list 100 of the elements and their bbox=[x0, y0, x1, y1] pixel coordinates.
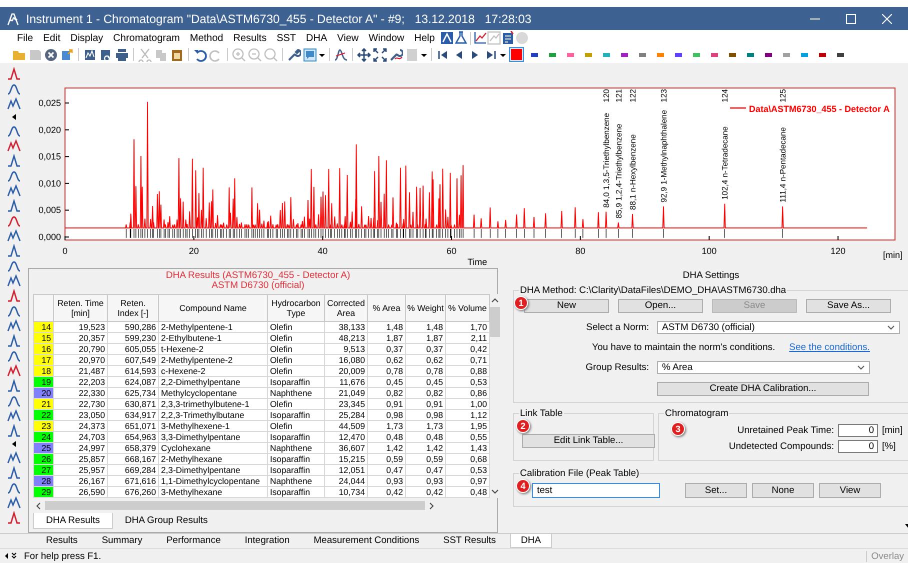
peak-icon[interactable] bbox=[7, 394, 21, 407]
menu-item[interactable]: Results bbox=[228, 32, 272, 44]
peak-icon[interactable] bbox=[7, 169, 21, 182]
button[interactable]: View bbox=[819, 483, 881, 498]
peak-icon[interactable] bbox=[7, 511, 21, 524]
scroll-thumb[interactable] bbox=[45, 501, 425, 510]
print-icon[interactable] bbox=[115, 48, 129, 62]
close-icon[interactable] bbox=[882, 14, 892, 24]
number-field[interactable]: 0 bbox=[838, 424, 878, 437]
close-icon[interactable] bbox=[44, 48, 58, 62]
peak-icon[interactable] bbox=[7, 424, 21, 437]
column-header[interactable]: Reten. Index [-] bbox=[108, 294, 158, 322]
menu-item[interactable]: View bbox=[332, 32, 364, 44]
column-header[interactable]: % Area bbox=[368, 294, 406, 322]
menu-item[interactable]: Chromatogram bbox=[108, 32, 185, 44]
peak-icon[interactable] bbox=[7, 319, 21, 332]
tab[interactable]: DHA Group Results bbox=[112, 513, 220, 529]
tab[interactable]: Measurement Conditions bbox=[304, 534, 430, 548]
peak-icon[interactable] bbox=[7, 451, 21, 464]
print-preview-icon[interactable] bbox=[99, 48, 113, 62]
wrench-icon[interactable] bbox=[389, 48, 403, 62]
tab[interactable]: Results bbox=[36, 534, 88, 548]
menu-item[interactable]: SST bbox=[272, 32, 302, 44]
tab[interactable]: DHA Results bbox=[33, 513, 113, 529]
collapse-arrow-icon[interactable] bbox=[4, 552, 18, 560]
menu-item[interactable]: Window bbox=[364, 32, 410, 44]
peak-icon[interactable] bbox=[7, 349, 21, 362]
peak-icon[interactable] bbox=[7, 184, 21, 197]
calibration-file-field[interactable]: test bbox=[532, 483, 660, 498]
peak-icon[interactable] bbox=[7, 124, 21, 137]
scroll-left-icon[interactable] bbox=[35, 502, 41, 510]
peak-icon[interactable] bbox=[7, 199, 21, 212]
menu-item[interactable]: Help bbox=[409, 32, 440, 44]
peak-icon[interactable] bbox=[7, 409, 21, 422]
scroll-thumb[interactable] bbox=[490, 307, 500, 337]
tab[interactable]: Performance bbox=[156, 534, 231, 548]
export-icon[interactable] bbox=[60, 48, 74, 62]
peak-icon[interactable] bbox=[7, 259, 21, 272]
undo-icon[interactable] bbox=[193, 48, 207, 62]
expand-icon[interactable] bbox=[373, 48, 387, 62]
peak-icon[interactable] bbox=[7, 229, 21, 242]
collapse-arrow-icon[interactable] bbox=[11, 114, 17, 120]
peak-icon[interactable] bbox=[334, 48, 348, 62]
edit-link-table-button[interactable]: Edit Link Table... bbox=[522, 434, 655, 448]
column-header[interactable]: Hydrocarbon Type bbox=[268, 294, 324, 322]
button[interactable]: None bbox=[752, 483, 814, 498]
peak-icon[interactable] bbox=[7, 466, 21, 479]
tab[interactable]: SST Results bbox=[433, 534, 506, 548]
tab[interactable]: Summary bbox=[92, 534, 152, 548]
create-calibration-button[interactable]: Create DHA Calibration... bbox=[657, 382, 869, 396]
button[interactable]: New bbox=[524, 299, 609, 313]
peak-icon[interactable] bbox=[7, 496, 21, 509]
button[interactable]: Open... bbox=[618, 299, 703, 313]
peak-icon[interactable] bbox=[7, 154, 21, 167]
peak-icon[interactable] bbox=[7, 139, 21, 152]
column-header[interactable]: Compound Name bbox=[158, 294, 268, 322]
button[interactable]: Save As... bbox=[806, 299, 891, 313]
settings-title: DHA Settings bbox=[682, 270, 740, 282]
menu-item[interactable]: DHA bbox=[301, 32, 332, 44]
column-header[interactable]: Reten. Time [min] bbox=[54, 294, 108, 322]
column-header[interactable]: Corrected Area bbox=[324, 294, 368, 322]
button[interactable]: Set... bbox=[685, 483, 747, 498]
peak-icon[interactable] bbox=[7, 67, 21, 80]
move-icon[interactable] bbox=[357, 48, 371, 62]
menu-item[interactable]: File bbox=[12, 32, 38, 44]
peak-icon[interactable] bbox=[7, 364, 21, 377]
maximize-icon[interactable] bbox=[846, 14, 856, 24]
column-header[interactable]: % Volume bbox=[446, 294, 490, 322]
calibration-icon[interactable] bbox=[440, 31, 454, 45]
menu-item[interactable]: Display bbox=[65, 32, 108, 44]
peak-icon[interactable] bbox=[7, 379, 21, 392]
menu-item[interactable]: Edit bbox=[38, 32, 66, 44]
scroll-up-icon[interactable] bbox=[491, 297, 499, 303]
peak-icon[interactable] bbox=[7, 334, 21, 347]
number-field[interactable]: 0 bbox=[838, 440, 878, 453]
help-icon[interactable] bbox=[303, 48, 317, 62]
peak-icon[interactable] bbox=[7, 244, 21, 257]
paste-icon[interactable] bbox=[170, 48, 184, 62]
menu-item[interactable]: Method bbox=[184, 32, 228, 44]
column-header[interactable]: % Weight bbox=[406, 294, 446, 322]
norm-dropdown[interactable]: ASTM D6730 (official) bbox=[657, 321, 900, 334]
peak-icon[interactable] bbox=[7, 274, 21, 287]
peak-icon[interactable] bbox=[7, 214, 21, 227]
peak-icon[interactable] bbox=[7, 289, 21, 302]
graph-icon[interactable] bbox=[472, 31, 487, 45]
peak-icon[interactable] bbox=[7, 304, 21, 317]
tab[interactable]: Integration bbox=[234, 534, 300, 548]
wrench-icon[interactable] bbox=[287, 48, 301, 62]
flask-icon[interactable] bbox=[454, 31, 468, 45]
chart-icon[interactable] bbox=[83, 48, 97, 62]
conditions-link[interactable]: See the conditions. bbox=[789, 342, 870, 353]
tab[interactable]: DHA bbox=[510, 534, 552, 548]
scroll-down-icon[interactable] bbox=[491, 489, 499, 495]
group-results-dropdown[interactable]: % Area bbox=[657, 361, 870, 374]
report-icon[interactable] bbox=[500, 31, 515, 45]
peak-icon[interactable] bbox=[7, 481, 21, 494]
peak-icon[interactable] bbox=[7, 82, 21, 95]
scroll-right-icon[interactable] bbox=[429, 502, 435, 510]
peak-icon[interactable] bbox=[7, 97, 21, 110]
collapse-arrow-icon[interactable] bbox=[11, 441, 17, 447]
